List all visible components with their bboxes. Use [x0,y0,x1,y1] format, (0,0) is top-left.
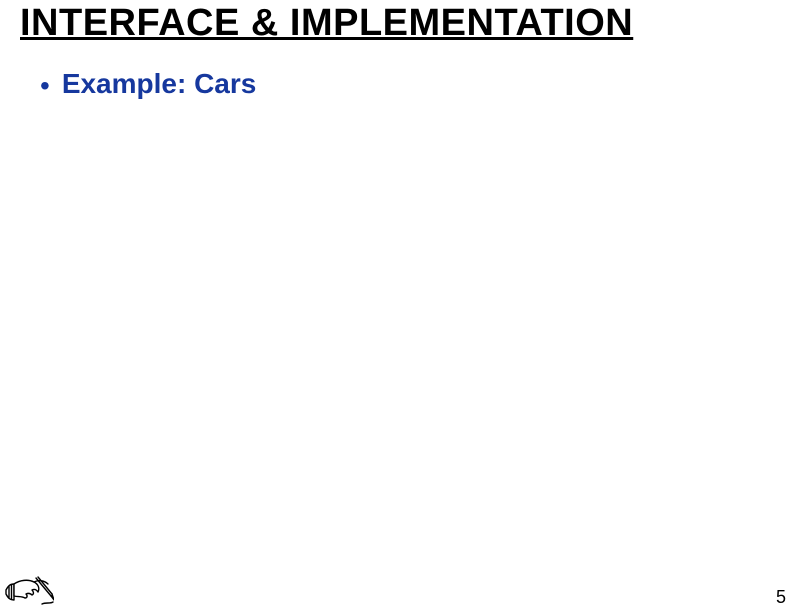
bullet-marker: • [40,72,50,100]
bullet-text: Example: Cars [62,68,257,100]
bullet-item: • Example: Cars [40,68,256,100]
page-number: 5 [776,587,786,608]
slide-title: INTERFACE & IMPLEMENTATION [20,2,633,45]
writing-hand-icon [4,566,54,608]
